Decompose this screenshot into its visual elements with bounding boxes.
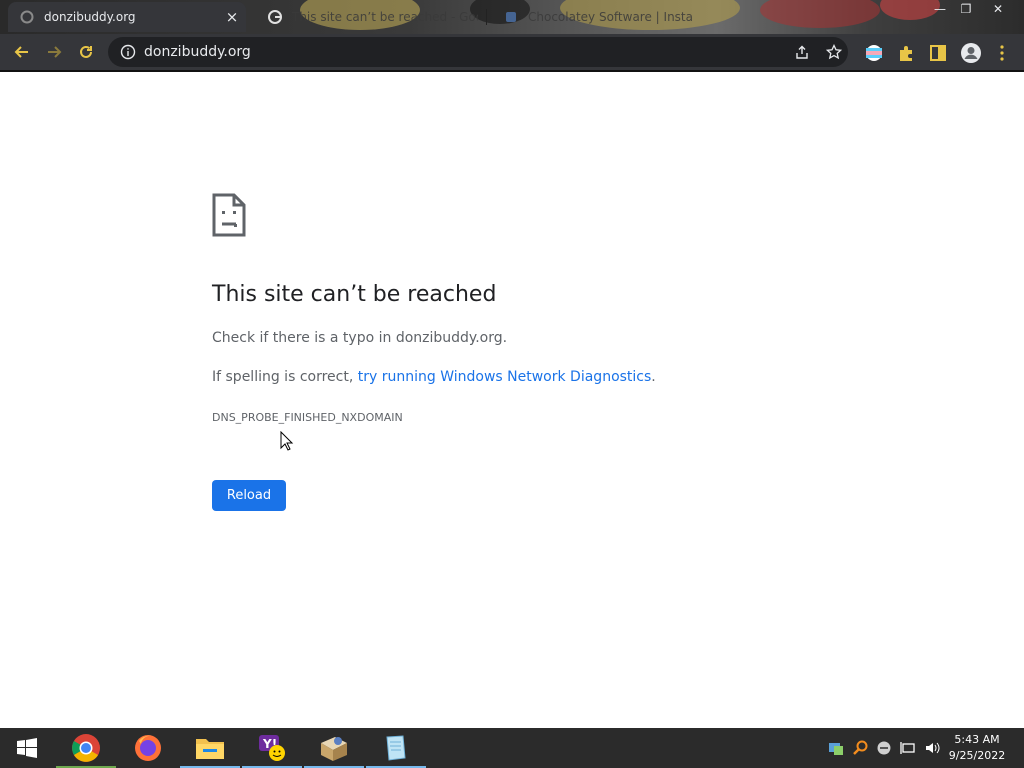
network-tray-icon[interactable] bbox=[828, 740, 844, 756]
yahoo-messenger-icon: Y! bbox=[259, 735, 285, 761]
network-diagnostics-link[interactable]: try running Windows Network Diagnostics bbox=[358, 369, 652, 385]
restore-icon[interactable]: ❐ bbox=[952, 0, 980, 18]
page-title: This site can’t be reached bbox=[212, 282, 497, 307]
window-close-icon[interactable]: ✕ bbox=[984, 0, 1012, 18]
taskbar-firefox[interactable] bbox=[118, 728, 178, 768]
taskbar-file-explorer[interactable] bbox=[180, 728, 240, 768]
taskbar-yahoo-messenger[interactable]: Y! bbox=[242, 728, 302, 768]
search-tray-icon[interactable] bbox=[852, 740, 868, 756]
url-text: donzibuddy.org bbox=[144, 44, 251, 60]
tab-divider bbox=[486, 9, 487, 25]
status-tray-icon[interactable] bbox=[876, 740, 892, 756]
tab-strip: donzibuddy.org × This site can’t be reac… bbox=[0, 0, 1024, 34]
system-clock[interactable]: 5:43 AM 9/25/2022 bbox=[940, 732, 1014, 764]
puzzle-extensions-icon[interactable] bbox=[897, 44, 915, 62]
refresh-icon[interactable] bbox=[70, 36, 102, 68]
sad-page-icon bbox=[212, 193, 246, 237]
error-code: DNS_PROBE_FINISHED_NXDOMAIN bbox=[212, 411, 403, 424]
tab-title: Chocolatey Software | Installing bbox=[528, 10, 692, 24]
taskbar-notepad[interactable] bbox=[366, 728, 426, 768]
error-page: This site can’t be reached Check if ther… bbox=[0, 72, 1024, 728]
windows-taskbar: Y! 5:43 AM 9/25/2022 bbox=[0, 728, 1024, 768]
bookmark-star-icon[interactable] bbox=[825, 43, 843, 60]
spelling-hint: If spelling is correct, try running Wind… bbox=[212, 369, 656, 385]
spelling-hint-suffix: . bbox=[651, 369, 656, 385]
info-icon[interactable] bbox=[120, 44, 136, 60]
profile-avatar-icon[interactable] bbox=[960, 42, 982, 64]
browser-toolbar: donzibuddy.org bbox=[0, 34, 1024, 70]
tab-title: donzibuddy.org bbox=[44, 10, 136, 24]
spelling-hint-prefix: If spelling is correct, bbox=[212, 369, 358, 385]
back-arrow-icon[interactable] bbox=[6, 36, 38, 68]
volume-icon[interactable] bbox=[924, 740, 940, 756]
taskbar-installer[interactable] bbox=[304, 728, 364, 768]
tab-title: This site can’t be reached - Goo bbox=[292, 10, 478, 24]
start-button[interactable] bbox=[0, 728, 54, 768]
google-icon bbox=[268, 10, 282, 24]
tab-donzibuddy[interactable]: donzibuddy.org × bbox=[8, 2, 246, 32]
share-icon[interactable] bbox=[794, 44, 810, 60]
forward-arrow-icon[interactable] bbox=[38, 36, 70, 68]
reload-button[interactable]: Reload bbox=[212, 480, 286, 511]
folder-icon bbox=[196, 739, 224, 759]
flag-extension-icon[interactable] bbox=[865, 44, 883, 62]
tab-chocolatey[interactable]: Chocolatey Software | Installing bbox=[492, 2, 692, 32]
wallpaper-splash bbox=[760, 0, 880, 28]
taskbar-chrome[interactable] bbox=[56, 728, 116, 768]
address-bar[interactable]: donzibuddy.org bbox=[108, 37, 848, 67]
tab-site-cant-be-reached[interactable]: This site can’t be reached - Goo bbox=[256, 2, 478, 32]
kebab-menu-icon[interactable] bbox=[998, 44, 1006, 62]
clock-date: 9/25/2022 bbox=[948, 749, 1006, 762]
chocolatey-icon bbox=[504, 10, 518, 24]
installer-icon bbox=[321, 737, 347, 761]
side-panel-icon[interactable] bbox=[929, 44, 947, 62]
clock-time: 5:43 AM bbox=[954, 733, 1000, 746]
notepad-icon bbox=[386, 735, 406, 761]
display-tray-icon[interactable] bbox=[900, 740, 916, 756]
minimize-icon[interactable]: — bbox=[926, 0, 954, 18]
mouse-cursor-icon bbox=[280, 431, 294, 451]
windows-logo-icon bbox=[17, 738, 37, 758]
close-tab-icon[interactable]: × bbox=[222, 8, 242, 26]
typo-hint: Check if there is a typo in donzibuddy.o… bbox=[212, 330, 508, 346]
loading-icon bbox=[20, 10, 34, 24]
firefox-icon bbox=[135, 735, 161, 761]
chrome-icon bbox=[72, 734, 100, 762]
